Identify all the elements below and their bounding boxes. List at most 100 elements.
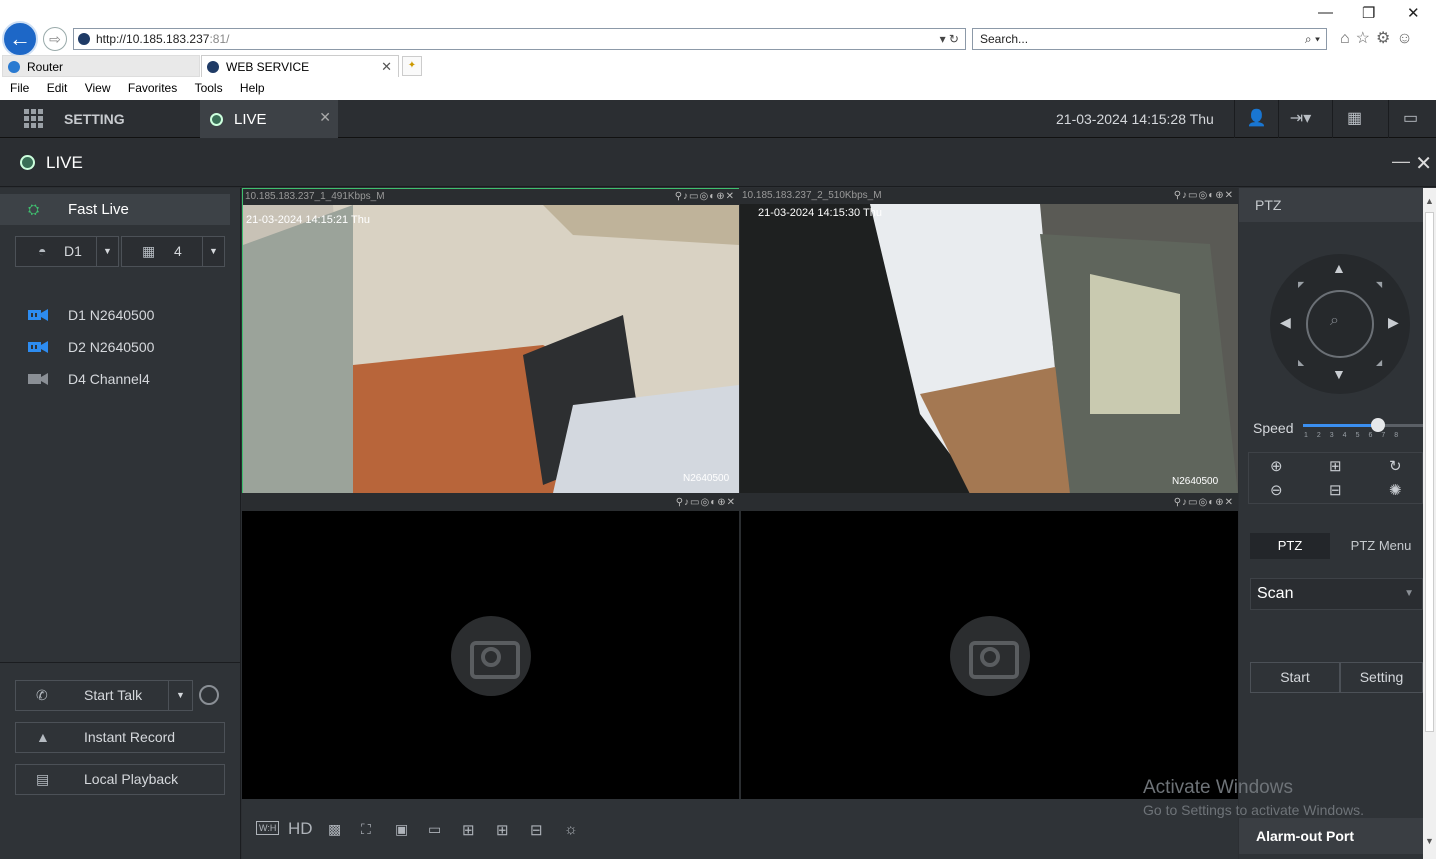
device-select[interactable]: ◓ D1 ▼: [15, 236, 119, 267]
speed-slider-knob[interactable]: [1371, 418, 1385, 432]
menu-edit[interactable]: Edit: [47, 81, 68, 95]
speed-slider[interactable]: [1303, 418, 1423, 432]
pane-controls-icon[interactable]: ⚲♪▭◎◐⊕✕: [1174, 495, 1234, 511]
video-toolbar: W:H HD ▩ ⛶ ▣ ▭ ⊞ ⊞ ⊟ ☼: [242, 799, 1238, 859]
forward-button[interactable]: ⇨: [43, 27, 67, 51]
tab-router[interactable]: Router: [2, 55, 200, 77]
scroll-down-icon[interactable]: ▼: [1425, 836, 1434, 846]
fast-live-button[interactable]: ⛭ Fast Live: [0, 194, 230, 225]
local-playback-button[interactable]: ▤ Local Playback: [15, 764, 225, 795]
instant-record-button[interactable]: ▲ Instant Record: [15, 722, 225, 753]
pan-down-left-icon[interactable]: ◣: [1298, 358, 1304, 367]
smart-tracking-icon[interactable]: ▩: [328, 821, 341, 838]
chevron-down-icon[interactable]: ▼: [168, 681, 192, 710]
setting-menu[interactable]: SETTING: [64, 111, 125, 127]
ptz-center-button[interactable]: ⌕: [1306, 290, 1374, 358]
menu-favorites[interactable]: Favorites: [128, 81, 177, 95]
alarm-out-port-header[interactable]: Alarm-out Port: [1239, 818, 1423, 854]
ptz-mode-select[interactable]: Scan ▼: [1250, 578, 1423, 610]
record-indicator-icon[interactable]: [199, 685, 219, 705]
chevron-down-icon[interactable]: ▼: [202, 237, 224, 266]
pan-up-left-icon[interactable]: ◤: [1298, 280, 1304, 289]
qr-code-icon[interactable]: ▦: [1332, 100, 1376, 138]
close-icon[interactable]: ✕: [1415, 151, 1432, 176]
device-item-d4[interactable]: D4 Channel4: [28, 371, 150, 387]
local-playback-label: Local Playback: [84, 771, 179, 787]
tab-live[interactable]: LIVE ✕: [200, 100, 338, 138]
layout-8-icon[interactable]: ⊟: [530, 821, 543, 839]
pane-controls-icon[interactable]: ⚲♪▭◎◐⊕✕: [676, 495, 736, 511]
pan-up-right-icon[interactable]: ◥: [1376, 280, 1382, 289]
video-pane-3[interactable]: ⚲♪▭◎◐⊕✕: [242, 495, 740, 801]
tab-ptz[interactable]: PTZ: [1250, 533, 1330, 559]
iris-open-icon[interactable]: ↻: [1389, 457, 1402, 475]
start-button[interactable]: Start: [1250, 662, 1340, 693]
tab-web-service[interactable]: WEB SERVICE ✕: [201, 55, 399, 77]
device-item-d2[interactable]: D2 N2640500: [28, 339, 154, 355]
logout-icon[interactable]: ⇥▾: [1278, 100, 1322, 138]
video-pane-2[interactable]: 10.185.183.237_2_510Kbps_M ⚲♪▭◎◐⊕✕ 21-03-…: [740, 188, 1238, 494]
pane-controls-icon[interactable]: ⚲♪▭◎◐⊕✕: [675, 189, 735, 205]
left-panel: ⛭ Fast Live ◓ D1 ▼ ▦ 4 ▼ D1 N2640500 D2 …: [0, 188, 241, 859]
refresh-icon[interactable]: ▾ ↻: [940, 29, 959, 49]
chevron-down-icon[interactable]: ▼: [96, 237, 118, 266]
pan-down-icon[interactable]: ▼: [1332, 366, 1346, 382]
focus-far-icon[interactable]: ⊟: [1329, 481, 1342, 499]
layout-6-icon[interactable]: ⊞: [496, 821, 509, 839]
restore-icon[interactable]: ❐: [1362, 4, 1375, 22]
fullscreen-icon[interactable]: ⛶: [361, 821, 371, 838]
pan-right-icon[interactable]: ▶: [1388, 314, 1399, 331]
layout-single-icon[interactable]: ▭: [428, 821, 441, 838]
pan-left-icon[interactable]: ◀: [1280, 314, 1291, 331]
ptz-joystick[interactable]: ⌕ ▲ ▼ ◀ ▶ ◤ ◥ ◣ ◢: [1270, 254, 1410, 394]
layout-4-icon[interactable]: ⊞: [462, 821, 475, 839]
video-pane-1[interactable]: 10.185.183.237_1_491Kbps_M ⚲♪▭◎◐⊕✕ 21-03-…: [242, 188, 740, 494]
monitor-icon[interactable]: ▭: [1388, 100, 1432, 138]
minimize-icon[interactable]: —: [1392, 151, 1410, 172]
pan-down-right-icon[interactable]: ◢: [1376, 358, 1382, 367]
zoom-in-icon[interactable]: ⊕: [1270, 457, 1283, 475]
zoom-out-icon[interactable]: ⊖: [1270, 481, 1283, 499]
menu-help[interactable]: Help: [240, 81, 265, 95]
divider: [0, 662, 241, 663]
warning-icon: ▲: [36, 729, 50, 745]
device-item-d1[interactable]: D1 N2640500: [28, 307, 154, 323]
pane-controls-icon[interactable]: ⚲♪▭◎◐⊕✕: [1174, 188, 1234, 204]
tab-ptz-menu[interactable]: PTZ Menu: [1339, 533, 1423, 559]
layout-select[interactable]: ▦ 4 ▼: [121, 236, 225, 267]
user-icon[interactable]: 👤: [1234, 100, 1278, 138]
layout-1-icon[interactable]: ▣: [395, 821, 408, 838]
speed-label: Speed: [1253, 420, 1294, 436]
back-button[interactable]: ←: [2, 21, 38, 57]
menu-tools[interactable]: Tools: [195, 81, 223, 95]
minimize-icon[interactable]: —: [1318, 4, 1333, 21]
pan-up-icon[interactable]: ▲: [1332, 260, 1346, 276]
start-talk-label: Start Talk: [84, 687, 143, 703]
browser-toolbar-icons[interactable]: ⌂☆⚙☺: [1340, 28, 1419, 48]
brightness-icon[interactable]: ☼: [564, 821, 578, 838]
scroll-up-icon[interactable]: ▲: [1425, 196, 1434, 206]
setting-button[interactable]: Setting: [1340, 662, 1423, 693]
focus-near-icon[interactable]: ⊞: [1329, 457, 1342, 475]
ptz-panel: PTZ ⌕ ▲ ▼ ◀ ▶ ◤ ◥ ◣ ◢ Speed 12345678 ⊕ ⊞…: [1239, 188, 1423, 859]
aspect-ratio-button[interactable]: W:H: [256, 821, 280, 835]
new-tab-button[interactable]: ✦: [402, 56, 422, 76]
address-bar[interactable]: http://10.185.183.237:81/ ▾ ↻: [73, 28, 966, 50]
camera-icon: [28, 341, 48, 353]
hd-button[interactable]: HD: [288, 819, 313, 839]
close-tab-icon[interactable]: ✕: [319, 109, 331, 126]
menu-view[interactable]: View: [85, 81, 111, 95]
search-icon[interactable]: ⌕ ▾: [1305, 29, 1320, 49]
apps-grid-icon[interactable]: [24, 109, 43, 128]
menu-file[interactable]: File: [10, 81, 29, 95]
search-input[interactable]: Search... ⌕ ▾: [972, 28, 1327, 50]
start-talk-button[interactable]: ✆ Start Talk ▼: [15, 680, 193, 711]
close-tab-icon[interactable]: ✕: [381, 56, 392, 78]
video-pane-4[interactable]: ⚲♪▭◎◐⊕✕: [740, 495, 1238, 801]
ptz-mode-value: Scan: [1257, 585, 1294, 602]
scrollbar-thumb[interactable]: [1425, 212, 1434, 732]
speed-slider-fill: [1303, 424, 1378, 427]
iris-close-icon[interactable]: ✺: [1389, 481, 1402, 499]
scrollbar[interactable]: ▲ ▼: [1423, 188, 1436, 859]
close-window-icon[interactable]: ✕: [1407, 4, 1420, 22]
